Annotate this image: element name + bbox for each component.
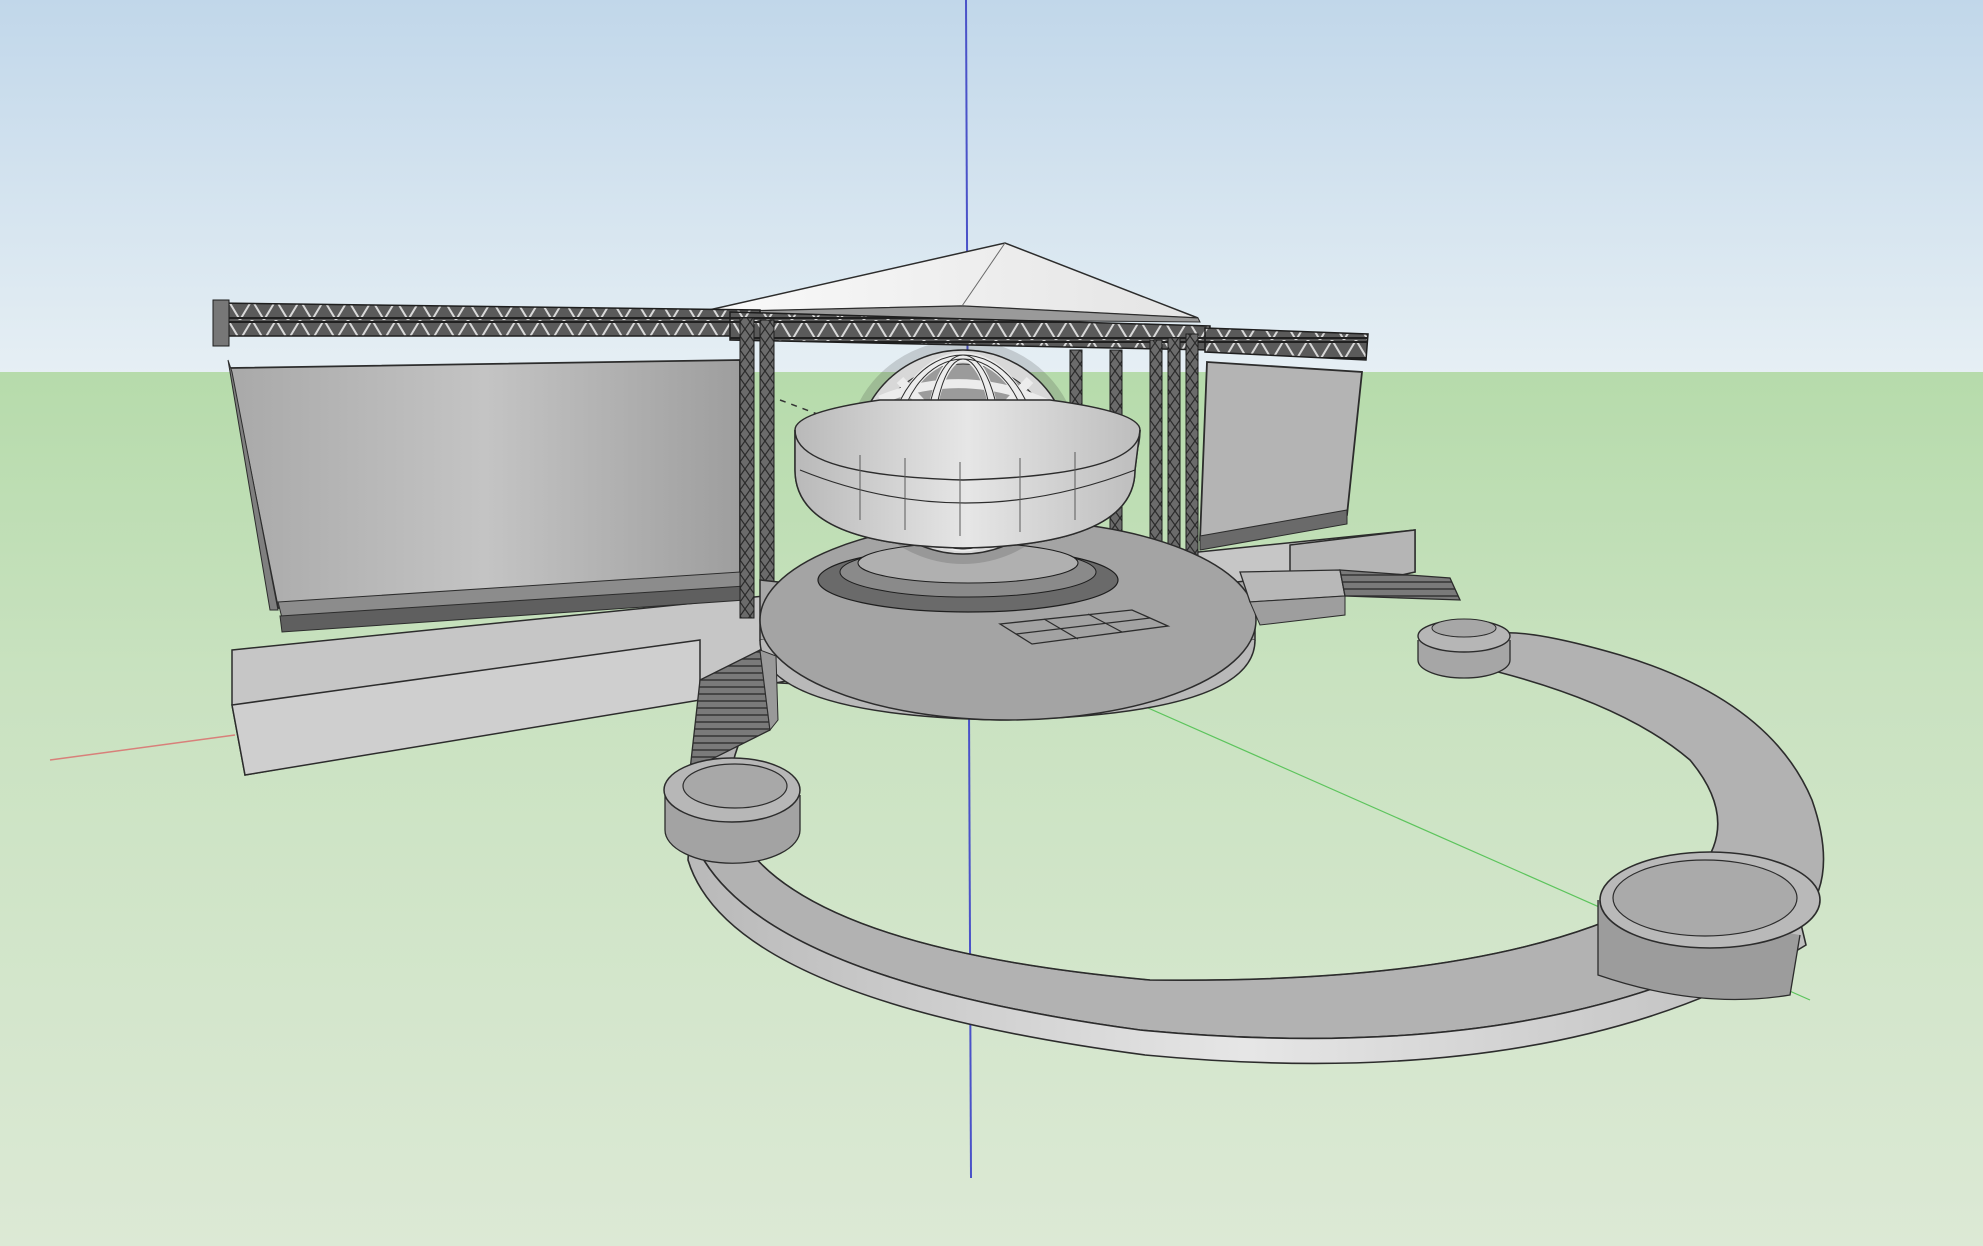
globe-ring[interactable] [794, 399, 1141, 549]
left-led-screen[interactable] [227, 359, 746, 633]
runway-top-pad[interactable] [1417, 618, 1511, 679]
runway-left-pad[interactable] [663, 757, 801, 864]
model-scene[interactable] [0, 0, 1983, 1246]
runway-right-pad[interactable] [1597, 851, 1821, 1001]
right-led-screen[interactable] [1199, 361, 1363, 551]
3d-viewport[interactable] [0, 0, 1983, 1246]
